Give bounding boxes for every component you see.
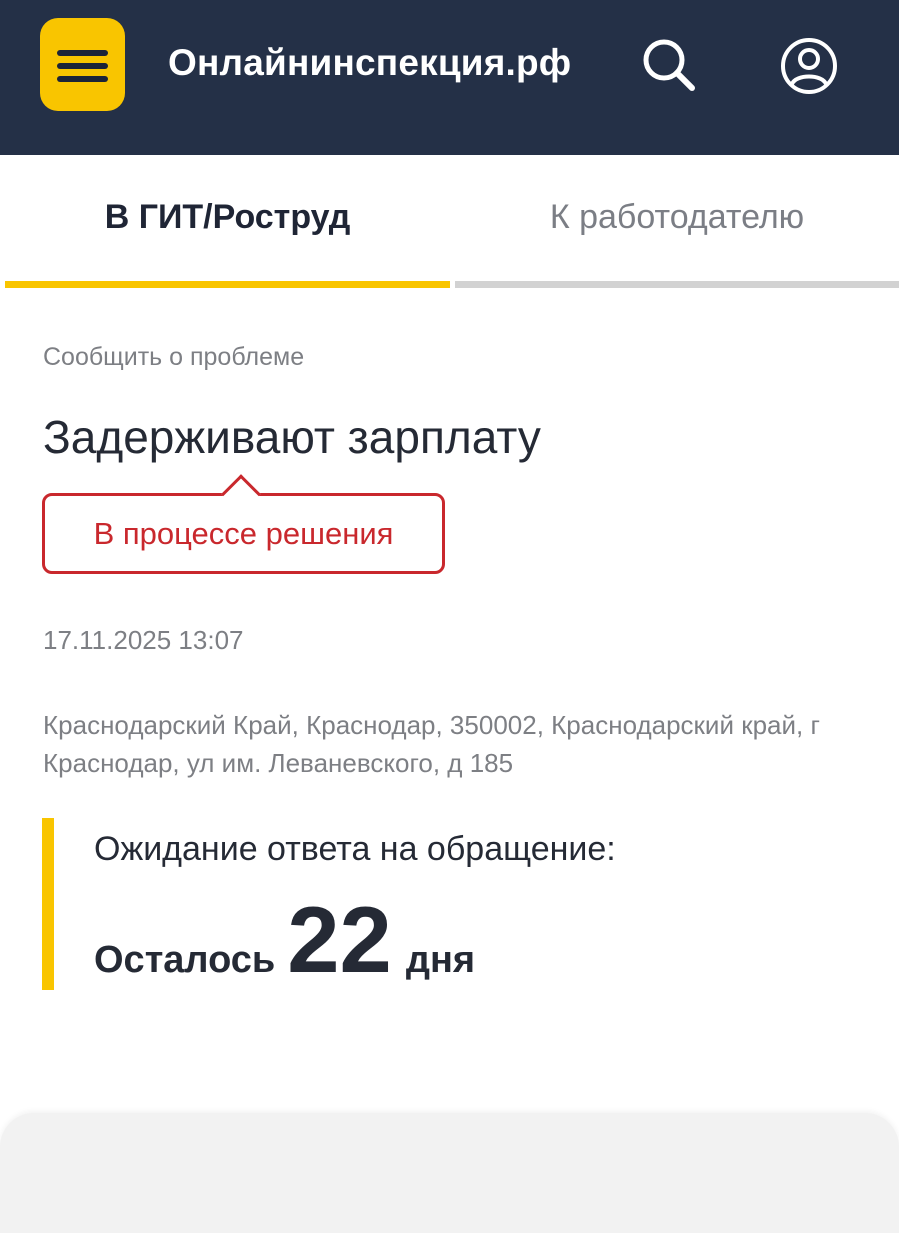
brand-title[interactable]: Онлайнинспекция.рф [168,42,571,84]
app-header: Онлайнинспекция.рф [0,0,899,155]
report-category: Сообщить о проблеме [43,343,305,371]
tab-active-indicator [5,281,450,288]
wait-label: Ожидание ответа на обращение: [94,830,616,868]
remaining-days-number: 22 [287,887,392,992]
remaining-unit: дня [405,939,476,981]
report-datetime: 17.11.2025 13:07 [43,625,244,655]
tab-label: К работодателю [549,198,805,236]
search-button[interactable] [640,36,698,94]
bottom-card [0,1113,899,1233]
wait-block: Ожидание ответа на обращение: Осталось 2… [42,818,842,992]
tab-indicator [455,281,899,288]
profile-button[interactable] [779,36,839,96]
tab-employer[interactable]: К работодателю [455,155,899,290]
wait-remaining: Осталось 22 дня [94,886,475,994]
wait-accent-bar [42,818,54,990]
tab-bar: В ГИТ/Роструд К работодателю [0,155,899,290]
status-badge-pointer [221,474,261,514]
tab-label: В ГИТ/Роструд [104,198,351,236]
status-text: В процессе решения [93,515,394,551]
tab-git-rostrud[interactable]: В ГИТ/Роструд [5,155,450,290]
search-icon [643,39,695,91]
report-address: Краснодарский Край, Краснодар, 350002, К… [43,710,820,778]
status-badge: В процессе решения [42,474,445,574]
remaining-prefix: Осталось [94,939,276,981]
user-circle-icon [781,38,837,94]
menu-button[interactable] [40,18,125,111]
report-title: Задерживают зарплату [43,411,541,463]
